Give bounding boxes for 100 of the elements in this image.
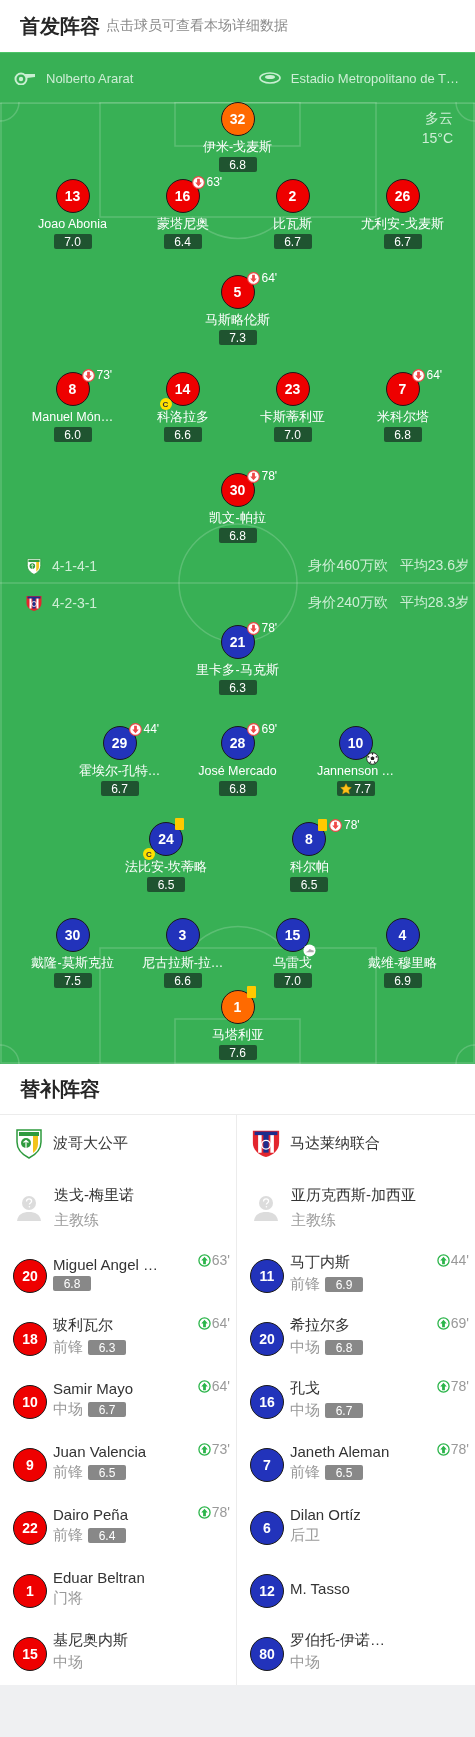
player-name: Miguel Angel … <box>53 1256 159 1273</box>
substitution-in-icon <box>197 1253 211 1267</box>
player-number[interactable]: 7 <box>250 1447 284 1482</box>
squad-value: 身价460万欧 <box>308 556 388 575</box>
formation-text: 4-1-4-1 <box>52 557 98 574</box>
player-name: Janeth Aleman <box>290 1443 390 1460</box>
substitution-minute: 64' <box>426 368 443 382</box>
avatar-placeholder-icon <box>16 1193 42 1222</box>
player-rating: 6.8 <box>218 528 257 543</box>
player-number[interactable]: 20 <box>250 1321 284 1356</box>
player-name: Eduar Beltran <box>53 1569 145 1586</box>
player-number[interactable]: 10 <box>13 1384 47 1419</box>
player-rating: 6.9 <box>383 973 422 988</box>
player-number[interactable]: 8 <box>292 822 326 856</box>
player-rating: 6.8 <box>383 427 422 442</box>
player-name: Manuel Món… <box>31 410 114 425</box>
player-number[interactable]: 1 <box>220 990 255 1024</box>
player-number[interactable]: 29 <box>102 726 137 760</box>
player-name: 伊米-戈麦斯 <box>202 140 273 155</box>
coach-name: 迭戈-梅里诺 <box>54 1185 134 1205</box>
player-number[interactable]: 4 <box>385 918 420 952</box>
player-number[interactable]: 8 <box>55 372 90 406</box>
player-rating: 7.6 <box>218 1045 257 1060</box>
substitution-minute: 78' <box>450 1441 469 1457</box>
player-number[interactable]: 15 <box>13 1636 47 1671</box>
player-number[interactable]: 28 <box>220 726 255 760</box>
player-number[interactable]: 21 <box>220 625 255 659</box>
player-rating: 6.6 <box>163 427 202 442</box>
player-number[interactable]: 2 <box>275 179 310 213</box>
substitution-minute: 44' <box>143 722 160 736</box>
player-number[interactable]: 22 <box>13 1510 47 1545</box>
player-position: 前锋 <box>290 1275 320 1294</box>
player-number[interactable]: 30 <box>55 918 90 952</box>
player-position: 前锋 <box>290 1463 320 1482</box>
substitution-minute: 78' <box>450 1378 469 1394</box>
weather-text: 多云 <box>425 110 453 128</box>
coach-role: 主教练 <box>291 1210 337 1230</box>
player-number[interactable]: 18 <box>13 1321 47 1356</box>
player-name: 霍埃尔-孔特… <box>78 764 161 779</box>
whistle-icon <box>14 71 36 85</box>
player-position: 前锋 <box>53 1338 83 1357</box>
captain-badge: C <box>159 398 172 410</box>
player-position: 中场 <box>290 1653 320 1672</box>
player-rating: 7.5 <box>53 973 92 988</box>
player-number[interactable]: 9 <box>13 1447 47 1482</box>
substitution-minute: 73' <box>211 1441 230 1457</box>
team-crest-icon <box>26 556 42 575</box>
player-number[interactable]: 20 <box>13 1258 47 1293</box>
substitution-minute: 64' <box>261 271 278 285</box>
player-name: 戴隆-莫斯克拉 <box>31 956 114 971</box>
captain-badge: C <box>143 848 155 860</box>
player-number[interactable]: 80 <box>250 1636 284 1671</box>
player-name: Dilan Ortíz <box>290 1506 361 1523</box>
player-number[interactable]: 23 <box>275 372 310 406</box>
player-rating: 6.8 <box>53 1276 91 1291</box>
player-number[interactable]: 16 <box>250 1384 284 1419</box>
player-position: 后卫 <box>290 1526 320 1545</box>
player-number[interactable]: 11 <box>250 1258 284 1293</box>
player-rating: 6.4 <box>163 234 202 249</box>
player-number[interactable]: 6 <box>250 1510 284 1545</box>
player-number[interactable]: 5 <box>220 275 255 309</box>
substitution-minute: 64' <box>211 1378 230 1394</box>
stadium-icon <box>258 72 281 84</box>
substitution-minute: 78' <box>344 818 360 832</box>
player-name: Jannenson … <box>316 764 395 779</box>
player-name: 里卡多-马克斯 <box>196 663 279 678</box>
player-number[interactable]: 12 <box>250 1573 284 1608</box>
player-rating: 6.5 <box>290 877 328 892</box>
average-age: 平均23.6岁 <box>399 556 469 575</box>
player-rating: 7.3 <box>218 330 257 345</box>
player-position: 中场 <box>290 1338 320 1357</box>
player-name: Dairo Peña <box>53 1506 129 1523</box>
player-number[interactable]: 10 <box>338 726 373 760</box>
player-number[interactable]: 26 <box>385 179 420 213</box>
player-name: M. Tasso <box>290 1580 350 1597</box>
player-number[interactable]: 30 <box>220 473 255 507</box>
player-number[interactable]: 32 <box>220 102 255 136</box>
player-name: José Mercado <box>198 764 277 779</box>
player-name: 马斯略伦斯 <box>205 313 270 328</box>
player-position: 前锋 <box>53 1463 83 1482</box>
player-number[interactable]: 15 <box>275 918 310 952</box>
player-rating: 6.4 <box>88 1528 126 1543</box>
substitution-in-icon <box>436 1442 450 1456</box>
player-name: 尤利安-戈麦斯 <box>361 217 444 232</box>
player-number[interactable]: 3 <box>165 918 200 952</box>
avatar-placeholder-icon <box>253 1193 279 1222</box>
player-rating: 6.8 <box>325 1340 363 1355</box>
player-name: Samir Mayo <box>53 1380 134 1397</box>
player-number[interactable]: 1 <box>13 1573 47 1608</box>
player-rating: 6.9 <box>325 1277 363 1292</box>
substitution-in-icon <box>436 1379 450 1393</box>
player-number[interactable]: 7 <box>385 372 420 406</box>
player-rating: 6.8 <box>218 781 257 796</box>
player-rating: 7.0 <box>273 973 312 988</box>
player-position: 前锋 <box>53 1526 83 1545</box>
player-name: 比瓦斯 <box>273 217 312 232</box>
player-name: 尼古拉斯-拉… <box>141 956 224 971</box>
player-number[interactable]: 16 <box>165 179 200 213</box>
player-rating: 6.8 <box>218 157 257 172</box>
player-number[interactable]: 13 <box>55 179 90 213</box>
